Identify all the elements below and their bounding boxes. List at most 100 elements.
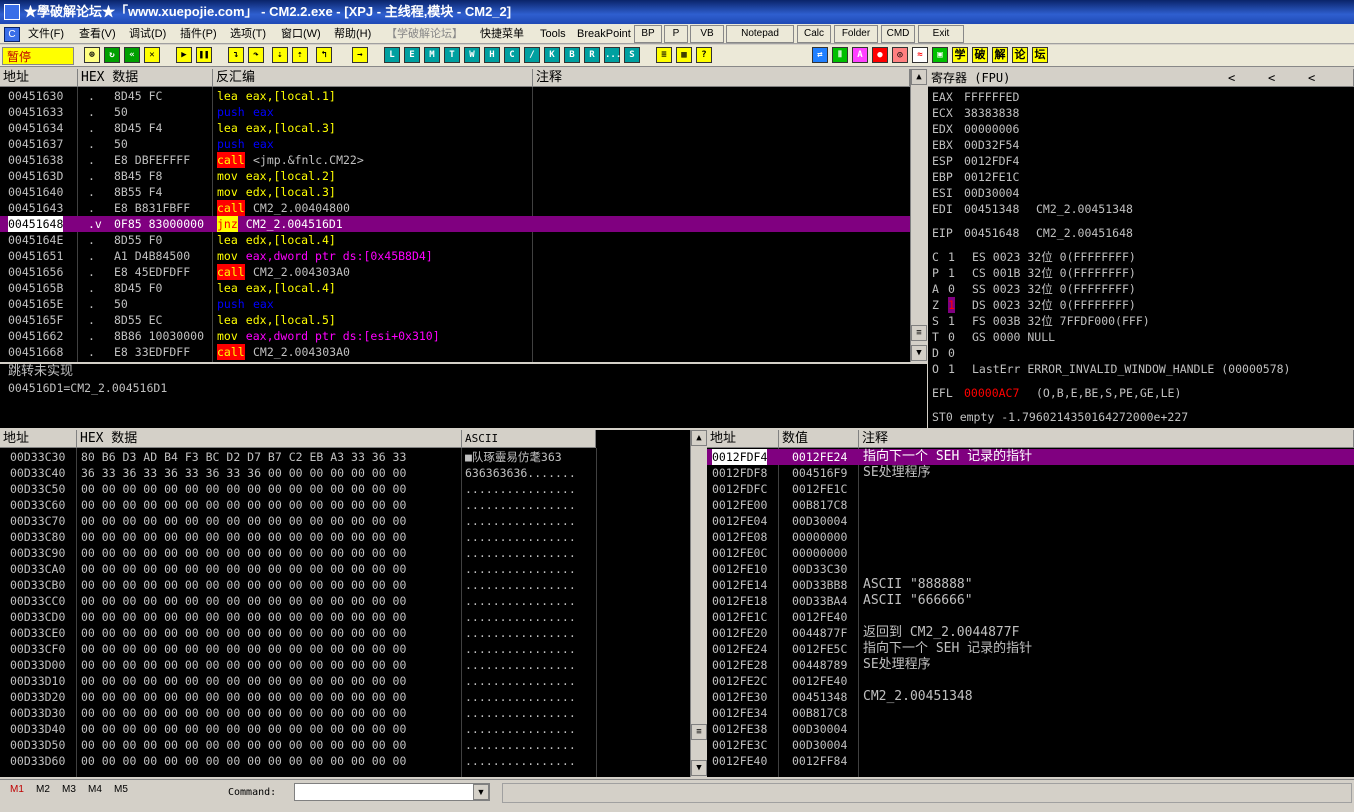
registers-header[interactable]: 寄存器 (FPU) < < < (928, 69, 1354, 87)
disasm-header-disasm[interactable]: 反汇编 (213, 69, 533, 87)
disasm-row[interactable]: 00451662. 8B86 10030000 mov eax,dword ptr d… (0, 328, 910, 344)
dump-scroll-thumb[interactable]: ≡ (691, 724, 707, 740)
menu-shortcuts[interactable]: 快捷菜单 (480, 26, 524, 42)
tab-m4[interactable]: M4 (88, 784, 102, 795)
goto-icon[interactable]: → (352, 47, 368, 63)
menu-plugins[interactable]: 插件(P) (180, 26, 217, 42)
run-icon[interactable]: ▶ (176, 47, 192, 63)
app-menu-icon[interactable]: C (4, 27, 20, 42)
dump-pane[interactable]: 地址 HEX 数据 ASCII 00D33C30 80 B6 D3 AD B4 F… (0, 430, 690, 777)
dump-row[interactable]: 00D33D50 00 00 00 00 00 00 00 00 00 00 00… (0, 737, 690, 753)
cpu-window-button[interactable]: C (504, 47, 520, 63)
disasm-row[interactable]: 00451640. 8B55 F4 mov edx,[local.3] (0, 184, 910, 200)
flag-row-t[interactable]: T 0 GS 0000 NULL (932, 329, 1055, 345)
register-row-ebp[interactable]: EBP 0012FE1C (932, 169, 1019, 185)
disasm-scrollbar[interactable]: ▲ ≡ ▼ (910, 69, 927, 362)
disasm-row[interactable]: 00451648 .v 0F85 83000000 jnz CM2_2.004516D1 (0, 216, 910, 232)
pause-icon[interactable]: ❚❚ (196, 47, 212, 63)
menu-file[interactable]: 文件(F) (28, 26, 64, 42)
disasm-row[interactable]: 00451634. 8D45 F4 lea eax,[local.3] (0, 120, 910, 136)
stack-header-addr[interactable]: 地址 (707, 430, 779, 448)
disasm-row[interactable]: 00451656. E8 45EDFDFF call CM2_2.004303A0 (0, 264, 910, 280)
disasm-row[interactable]: 0045165B. 8D45 F0 lea eax,[local.4] (0, 280, 910, 296)
flag-row-c[interactable]: C 1 ES 0023 32位 0(FFFFFFFF) (932, 249, 1136, 265)
disasm-row[interactable]: 00451633. 50 push eax (0, 104, 910, 120)
disasm-header-hex[interactable]: HEX 数据 (78, 69, 213, 87)
stack-row[interactable]: 0012FE00 00B817C8 (707, 497, 1354, 513)
registers-pane[interactable]: 寄存器 (FPU) < < < EAX FFFFFFED ECX 38383838 ED… (928, 69, 1354, 428)
folder-button[interactable]: Folder (834, 25, 878, 43)
disasm-row[interactable]: 0045163D. 8B45 F8 mov eax,[local.2] (0, 168, 910, 184)
flag-row-a[interactable]: A 0 SS 0023 32位 0(FFFFFFFF) (932, 281, 1136, 297)
command-dropdown-icon[interactable]: ▼ (473, 784, 489, 800)
restart-icon[interactable]: ↻ (104, 47, 120, 63)
dump-row[interactable]: 00D33CC0 00 00 00 00 00 00 00 00 00 00 00… (0, 593, 690, 609)
dump-row[interactable]: 00D33CA0 00 00 00 00 00 00 00 00 00 00 00… (0, 561, 690, 577)
dump-scrollbar[interactable]: ▲ ≡ ▼ (690, 430, 707, 777)
dump-header-addr[interactable]: 地址 (0, 430, 77, 448)
tan-button[interactable]: 坛 (1032, 47, 1048, 63)
flag-row-p[interactable]: P 1 CS 001B 32位 0(FFFFFFFF) (932, 265, 1136, 281)
menu-view[interactable]: 查看(V) (79, 26, 116, 42)
disasm-row[interactable]: 0045164E. 8D55 F0 lea edx,[local.4] (0, 232, 910, 248)
disasm-row[interactable]: 00451643. E8 B831FBFF call CM2_2.00404800 (0, 200, 910, 216)
menu-options[interactable]: 选项(T) (230, 26, 266, 42)
stack-row[interactable]: 0012FDF4 0012FE24 指向下一个 SEH 记录的指针 (707, 449, 1354, 465)
dump-row[interactable]: 00D33C90 00 00 00 00 00 00 00 00 00 00 00… (0, 545, 690, 561)
patches-window-button[interactable]: / (524, 47, 540, 63)
menu-xpj-forum[interactable]: 【学破解论坛】 (386, 26, 463, 42)
disasm-header-comment[interactable]: 注释 (533, 69, 910, 87)
tab-m1[interactable]: M1 (10, 784, 24, 795)
target-icon[interactable]: ◎ (892, 47, 908, 63)
stack-row[interactable]: 0012FDFC 0012FE1C (707, 481, 1354, 497)
stack-row[interactable]: 0012FE14 00D33BB8 ASCII "888888" (707, 577, 1354, 593)
scroll-down-icon[interactable]: ▼ (911, 345, 927, 361)
stack-row[interactable]: 0012FE0C 00000000 (707, 545, 1354, 561)
callstack-window-button[interactable]: K (544, 47, 560, 63)
disasm-row[interactable]: 00451630. 8D45 FC lea eax,[local.1] (0, 88, 910, 104)
chevron-left-icon[interactable]: < (1228, 69, 1235, 86)
exit-button[interactable]: Exit (918, 25, 964, 43)
dump-scroll-up-icon[interactable]: ▲ (691, 430, 707, 446)
dump-scroll-down-icon[interactable]: ▼ (691, 760, 707, 776)
dump-row[interactable]: 00D33D20 00 00 00 00 00 00 00 00 00 00 00… (0, 689, 690, 705)
jie-button[interactable]: 解 (992, 47, 1008, 63)
bp-button[interactable]: BP (634, 25, 662, 43)
stack-row[interactable]: 0012FE24 0012FE5C 指向下一个 SEH 记录的指针 (707, 641, 1354, 657)
stack-row[interactable]: 0012FE20 0044877F 返回到 CM2_2.0044877F (707, 625, 1354, 641)
dump-row[interactable]: 00D33CD0 00 00 00 00 00 00 00 00 00 00 00… (0, 609, 690, 625)
dump-row[interactable]: 00D33CB0 00 00 00 00 00 00 00 00 00 00 00… (0, 577, 690, 593)
log-window-button[interactable]: L (384, 47, 400, 63)
notepad-button[interactable]: Notepad (726, 25, 794, 43)
window-title-bar[interactable]: ★學破解论坛★「www.xuepojie.com」 - CM2.2.exe - … (0, 0, 1354, 24)
disassembly-pane[interactable]: 地址 HEX 数据 反汇编 注释 00451630. 8D45 FC lea eax,… (0, 69, 910, 362)
disasm-row[interactable]: 0045165E. 50 push eax (0, 296, 910, 312)
menu-breakpoint[interactable]: BreakPoint (577, 26, 631, 42)
p-button[interactable]: P (664, 25, 688, 43)
threads-window-button[interactable]: T (444, 47, 460, 63)
references-window-button[interactable]: R (584, 47, 600, 63)
stack-row[interactable]: 0012FE3C 00D30004 (707, 737, 1354, 753)
menu-debug[interactable]: 调试(D) (129, 26, 166, 42)
efl-row[interactable]: EFL 00000AC7 (O,B,E,BE,S,PE,GE,LE) (932, 385, 1181, 401)
stack-row[interactable]: 0012FDF8 004516F9 SE处理程序 (707, 465, 1354, 481)
flag-row-o[interactable]: O 1 LastErr ERROR_INVALID_WINDOW_HANDLE (0… (932, 361, 1291, 377)
dump-row[interactable]: 00D33C80 00 00 00 00 00 00 00 00 00 00 00… (0, 529, 690, 545)
trace-into-icon[interactable]: ⇣ (272, 47, 288, 63)
chevron-left-icon-2[interactable]: < (1268, 69, 1275, 86)
rewind-icon[interactable]: « (124, 47, 140, 63)
dump-row[interactable]: 00D33C30 80 B6 D3 AD B4 F3 BC D2 D7 B7 C2… (0, 449, 690, 465)
stack-row[interactable]: 0012FE1C 0012FE40 (707, 609, 1354, 625)
cmd-button[interactable]: CMD (881, 25, 915, 43)
dump-header-ascii[interactable]: ASCII (462, 430, 596, 448)
stack-header-comment[interactable]: 注释 (859, 430, 1354, 448)
dump-row[interactable]: 00D33D40 00 00 00 00 00 00 00 00 00 00 00… (0, 721, 690, 737)
close-icon[interactable]: ✕ (144, 47, 160, 63)
lun-button[interactable]: 论 (1012, 47, 1028, 63)
tab-m3[interactable]: M3 (62, 784, 76, 795)
command-input[interactable] (294, 783, 490, 801)
open-icon[interactable]: ⊕ (84, 47, 100, 63)
dump-row[interactable]: 00D33C70 00 00 00 00 00 00 00 00 00 00 00… (0, 513, 690, 529)
stack-row[interactable]: 0012FE38 00D30004 (707, 721, 1354, 737)
register-row-ecx[interactable]: ECX 38383838 (932, 105, 1019, 121)
